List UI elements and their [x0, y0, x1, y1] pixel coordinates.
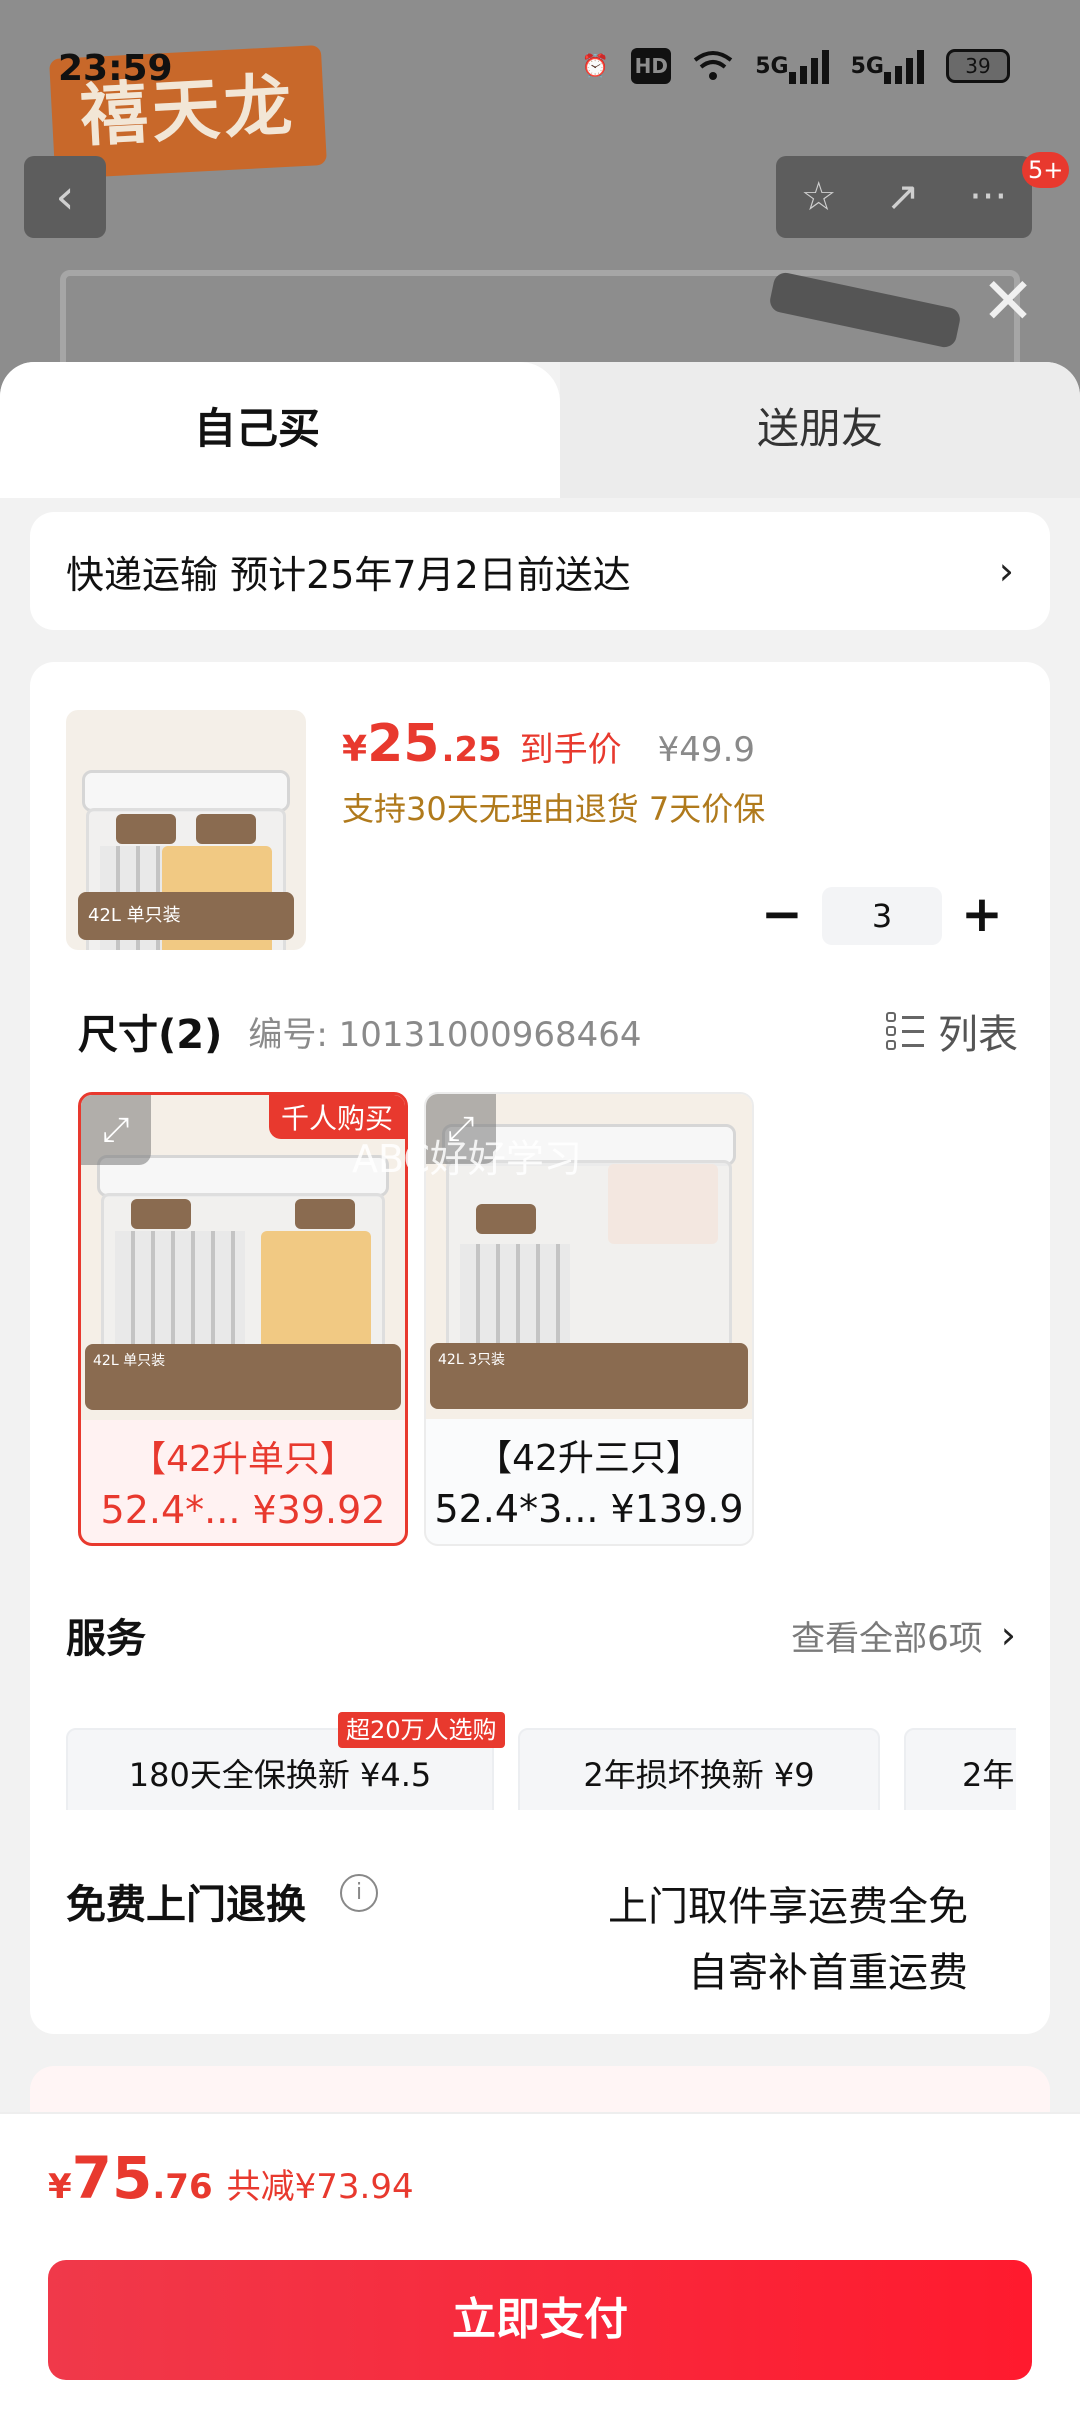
more-icon[interactable]: ···: [969, 174, 1007, 220]
battery-icon: 39: [946, 49, 1010, 83]
quantity-input[interactable]: 3: [822, 887, 942, 945]
signal-5g-icon-2: 5G: [851, 48, 924, 84]
service-option-more[interactable]: 2年: [904, 1728, 1016, 1810]
price-currency: ¥: [342, 729, 368, 770]
status-bar: 23:59 ⏰ HD 5G 5G 39: [0, 0, 1080, 100]
thumbnail-tag: 42L 单只装: [78, 892, 294, 940]
variant-price: 52.4*3... ¥139.9: [434, 1487, 744, 1531]
quantity-stepper: − 3 +: [750, 884, 1014, 948]
share-icon[interactable]: ↗: [886, 174, 920, 220]
variant-name: 【42升单只】: [130, 1439, 356, 1480]
signal-5g-label-2: 5G: [850, 53, 884, 79]
service-option-damage-replace[interactable]: 2年损坏换新 ¥9: [518, 1728, 880, 1810]
hd-icon: HD: [631, 48, 672, 84]
price-integer: 25: [367, 714, 440, 774]
signal-5g-icon: 5G: [755, 48, 829, 84]
shipping-row[interactable]: 快递运输 预计25年7月2日前送达 ›: [30, 512, 1050, 630]
price-main: ¥25: [342, 714, 439, 774]
chevron-right-icon: ›: [998, 549, 1014, 593]
total-decimal: .76: [152, 2167, 213, 2207]
product-thumbnail[interactable]: 42L 单只装: [66, 710, 306, 950]
variant-name: 【42升三只】: [476, 1438, 702, 1479]
free-return-title: 免费上门退换: [66, 1882, 306, 1928]
services-view-all[interactable]: 查看全部6项 ›: [791, 1611, 1016, 1660]
shipping-text: 快递运输 预计25年7月2日前送达: [66, 552, 631, 597]
wifi-icon: [693, 48, 733, 84]
message-badge: 5+: [1022, 152, 1070, 188]
status-time: 23:59: [58, 48, 173, 89]
free-return-line-2: 自寄补首重运费: [688, 1950, 968, 1996]
back-button[interactable]: ‹: [24, 156, 106, 238]
alarm-icon: ⏰: [581, 53, 610, 79]
tab-gift-to-friend[interactable]: 送朋友: [560, 362, 1080, 498]
chevron-right-icon: ›: [1000, 1613, 1016, 1657]
guarantee-tagline: 支持30天无理由退货 7天价保: [342, 790, 766, 828]
nav-actions: ☆ ↗ ···: [776, 156, 1032, 238]
price-row: ¥25 .25 到手价 ¥49.9: [342, 714, 755, 774]
total-savings: 共减¥73.94: [226, 2167, 414, 2207]
variant-image-tag: 42L 3只装: [430, 1343, 748, 1409]
close-icon[interactable]: ✕: [978, 270, 1038, 334]
status-icons: ⏰ HD 5G 5G 39: [582, 48, 1010, 84]
service-popular-badge: 超20万人选购: [338, 1712, 505, 1748]
checkout-bar: ¥ 75 .76 共减¥73.94 立即支付: [0, 2112, 1080, 2412]
services-list: 180天全保换新 ¥4.5 超20万人选购 2年损坏换新 ¥9 2年: [66, 1712, 1016, 1810]
purchase-tabs: 自己买 送朋友: [0, 362, 1080, 498]
total-integer: 75: [71, 2144, 153, 2212]
expand-icon[interactable]: ⤢: [81, 1095, 151, 1165]
product-card: 42L 单只装 ¥25 .25 到手价 ¥49.9 支持30天无理由退货 7天价…: [30, 662, 1050, 2034]
size-header: 尺寸(2) 编号: 10131000968464 列表: [78, 1002, 1018, 1060]
variant-image-tag: 42L 单只装: [85, 1344, 401, 1410]
size-title: 尺寸(2): [78, 1012, 223, 1058]
watermark-text: ABC好好学习: [352, 1137, 582, 1181]
original-price: ¥49.9: [657, 730, 756, 770]
list-view-toggle[interactable]: 列表: [886, 1002, 1018, 1060]
purchase-sheet: 自己买 送朋友 快递运输 预计25年7月2日前送达 › 42L 单只装 ¥25 …: [0, 362, 1080, 2412]
services-view-all-label: 查看全部6项: [791, 1618, 983, 1659]
product-code: 编号: 10131000968464: [248, 1014, 642, 1055]
favorite-icon[interactable]: ☆: [801, 174, 837, 220]
tab-buy-for-self[interactable]: 自己买: [0, 362, 560, 498]
free-return-line-1: 上门取件享运费全免: [608, 1884, 968, 1930]
list-view-label: 列表: [938, 1012, 1018, 1058]
total-price: ¥ 75 .76 共减¥73.94: [48, 2144, 414, 2212]
pay-now-button[interactable]: 立即支付: [48, 2260, 1032, 2380]
quantity-decrease-button[interactable]: −: [750, 884, 814, 948]
services-header: 服务 查看全部6项 ›: [66, 1606, 1016, 1664]
signal-5g-label: 5G: [755, 53, 789, 79]
price-label: 到手价: [519, 730, 622, 770]
total-currency: ¥: [48, 2167, 72, 2207]
quantity-increase-button[interactable]: +: [950, 884, 1014, 948]
variant-price: 52.4*... ¥39.92: [100, 1488, 386, 1532]
services-title: 服务: [66, 1616, 146, 1662]
info-icon[interactable]: i: [340, 1874, 378, 1912]
list-icon: [886, 1012, 924, 1050]
price-decimal: .25: [441, 730, 502, 770]
